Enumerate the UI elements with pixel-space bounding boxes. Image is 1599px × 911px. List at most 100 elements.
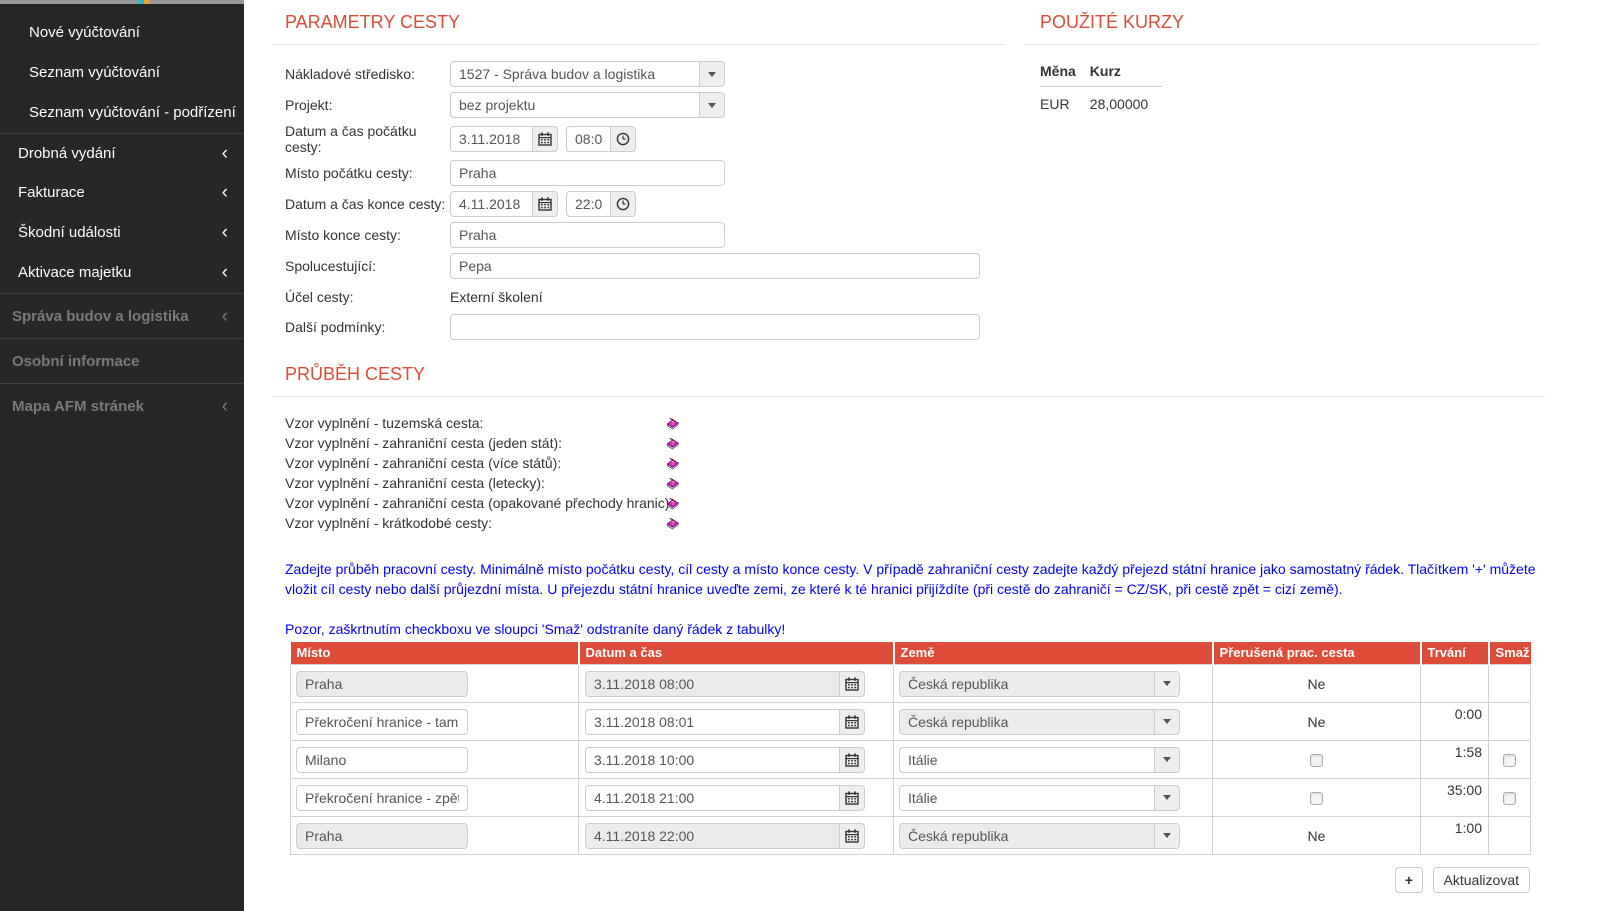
caret-addon[interactable] xyxy=(1154,785,1180,811)
sidebar-top-strip xyxy=(0,0,244,4)
misto-input[interactable] xyxy=(296,785,468,811)
kurzy-col-kurz: Kurz xyxy=(1090,63,1162,87)
help-book-icon[interactable]: ? xyxy=(665,415,680,430)
spolucestujici-label: Spolucestující: xyxy=(285,258,450,274)
sidebar-item-fakturace[interactable]: Fakturace‹ xyxy=(0,173,244,213)
col-datum: Datum a čas xyxy=(579,642,894,665)
page: Nové vyúčtování Seznam vyúčtování Seznam… xyxy=(0,0,1599,911)
pocatek-time-input[interactable] xyxy=(566,126,610,152)
datum-input[interactable] xyxy=(585,823,839,849)
projekt-select[interactable]: bez projektu xyxy=(450,92,725,118)
zeme-select[interactable]: Itálie xyxy=(899,747,1180,773)
form-row-stredisko: Nákladové středisko: 1527 - Správa budov… xyxy=(285,61,1005,87)
prerusena-value: Ne xyxy=(1213,703,1421,741)
misto-input[interactable] xyxy=(296,823,468,849)
datum-input[interactable] xyxy=(585,785,839,811)
update-button[interactable]: Aktualizovat xyxy=(1433,867,1530,893)
zeme-select[interactable]: Česká republika xyxy=(899,823,1180,849)
konec-date-group xyxy=(450,191,558,217)
prerusena-checkbox[interactable] xyxy=(1310,792,1323,805)
datum-group xyxy=(585,823,865,849)
calendar-icon-addon[interactable] xyxy=(839,747,865,773)
calendar-icon-addon[interactable] xyxy=(839,709,865,735)
datum-input[interactable] xyxy=(585,747,839,773)
pocatek-time-group xyxy=(566,126,636,152)
misto-konce-input[interactable] xyxy=(450,222,725,248)
vzor-label: Vzor vyplnění - tuzemská cesta: xyxy=(285,415,483,431)
sidebar-item-seznam-vyuctovani-podrizeni[interactable]: Seznam vyúčtování - podřízení xyxy=(0,93,244,133)
caret-addon[interactable] xyxy=(1154,671,1180,697)
chevron-left-icon: ‹ xyxy=(222,213,228,253)
sidebar-item-skodni-udalosti[interactable]: Škodní události ‹ xyxy=(0,213,244,253)
form-row-ucel: Účel cesty: Externí školení xyxy=(285,284,1005,309)
calendar-icon-addon[interactable] xyxy=(839,785,865,811)
help-book-icon[interactable]: ? xyxy=(665,455,680,470)
calendar-icon-addon[interactable] xyxy=(839,823,865,849)
caret-down-icon xyxy=(1163,757,1171,762)
trvani-value: 1:58 xyxy=(1421,741,1489,779)
calendar-icon-addon[interactable] xyxy=(532,126,558,152)
calendar-icon-addon[interactable] xyxy=(839,671,865,697)
form-row-misto-konce: Místo konce cesty: xyxy=(285,222,1005,248)
parametry-cesty-title: PARAMETRY CESTY xyxy=(272,0,1005,33)
konec-date-input[interactable] xyxy=(450,191,532,217)
vzor-link-opakovane-prechody: Vzor vyplnění - zahraniční cesta (opakov… xyxy=(285,493,1545,513)
sidebar-item-sprava-budov[interactable]: Správa budov a logistika‹ xyxy=(0,293,244,338)
trvani-value: 0:00 xyxy=(1421,703,1489,741)
add-row-button[interactable]: + xyxy=(1395,867,1423,893)
divider xyxy=(272,396,1545,397)
chevron-left-icon: ‹ xyxy=(222,134,228,174)
misto-input[interactable] xyxy=(296,747,468,773)
datum-input[interactable] xyxy=(585,709,839,735)
smaz-cell xyxy=(1489,703,1531,741)
spolucestujici-input[interactable] xyxy=(450,253,980,279)
caret-addon[interactable] xyxy=(1154,823,1180,849)
sidebar-item-drobna-vydani[interactable]: Drobná vydání‹ xyxy=(0,133,244,173)
help-book-icon[interactable]: ? xyxy=(665,435,680,450)
smaz-checkbox[interactable] xyxy=(1503,754,1516,767)
vzor-link-zahranicni-vice-statu: Vzor vyplnění - zahraniční cesta (více s… xyxy=(285,453,1545,473)
sidebar-item-nove-vyuctovani[interactable]: Nové vyúčtování xyxy=(0,13,244,53)
zeme-select[interactable]: Česká republika xyxy=(899,709,1180,735)
smaz-checkbox[interactable] xyxy=(1503,792,1516,805)
help-book-icon[interactable]: ? xyxy=(665,475,680,490)
misto-pocatku-input[interactable] xyxy=(450,160,725,186)
konec-time-input[interactable] xyxy=(566,191,610,217)
datum-group xyxy=(585,785,865,811)
pocatek-label: Datum a čas počátku cesty: xyxy=(285,123,450,155)
caret-down-icon xyxy=(1163,719,1171,724)
zeme-selected-value: Itálie xyxy=(899,785,1154,811)
help-book-icon[interactable]: ? xyxy=(665,495,680,510)
misto-input[interactable] xyxy=(296,709,468,735)
sidebar-item-mapa-afm[interactable]: Mapa AFM stránek‹ xyxy=(0,383,244,428)
help-book-icon[interactable]: ? xyxy=(665,515,680,530)
clock-icon-addon[interactable] xyxy=(610,126,636,152)
sidebar-item-aktivace-majetku[interactable]: Aktivace majetku‹ xyxy=(0,253,244,293)
sidebar-item-osobni-informace[interactable]: Osobní informace xyxy=(0,338,244,383)
sidebar-item-label: Škodní události xyxy=(18,224,121,241)
clock-icon-addon[interactable] xyxy=(610,191,636,217)
podminky-input[interactable] xyxy=(450,314,980,340)
zeme-select[interactable]: Itálie xyxy=(899,785,1180,811)
pocatek-date-input[interactable] xyxy=(450,126,532,152)
caret-addon[interactable] xyxy=(699,61,725,87)
prerusena-checkbox[interactable] xyxy=(1310,754,1323,767)
stredisko-select[interactable]: 1527 - Správa budov a logistika xyxy=(450,61,725,87)
trip-header-row: Místo Datum a čas Země Přerušená prac. c… xyxy=(291,642,1531,665)
caret-addon[interactable] xyxy=(1154,747,1180,773)
calendar-icon-addon[interactable] xyxy=(532,191,558,217)
misto-pocatku-label: Místo počátku cesty: xyxy=(285,165,450,181)
form-row-podminky: Další podmínky: xyxy=(285,314,1005,340)
smaz-cell xyxy=(1489,817,1531,855)
vzor-label: Vzor vyplnění - zahraniční cesta (více s… xyxy=(285,455,561,471)
col-misto: Místo xyxy=(291,642,579,665)
prubeh-cesty-title: PRŮBĚH CESTY xyxy=(272,352,1545,385)
prerusena-value: Ne xyxy=(1213,817,1421,855)
datum-input[interactable] xyxy=(585,671,839,697)
misto-input[interactable] xyxy=(296,671,468,697)
caret-addon[interactable] xyxy=(699,92,725,118)
zeme-select[interactable]: Česká republika xyxy=(899,671,1180,697)
sidebar-item-seznam-vyuctovani[interactable]: Seznam vyúčtování xyxy=(0,53,244,93)
kurzy-col-mena: Měna xyxy=(1040,63,1090,87)
caret-addon[interactable] xyxy=(1154,709,1180,735)
